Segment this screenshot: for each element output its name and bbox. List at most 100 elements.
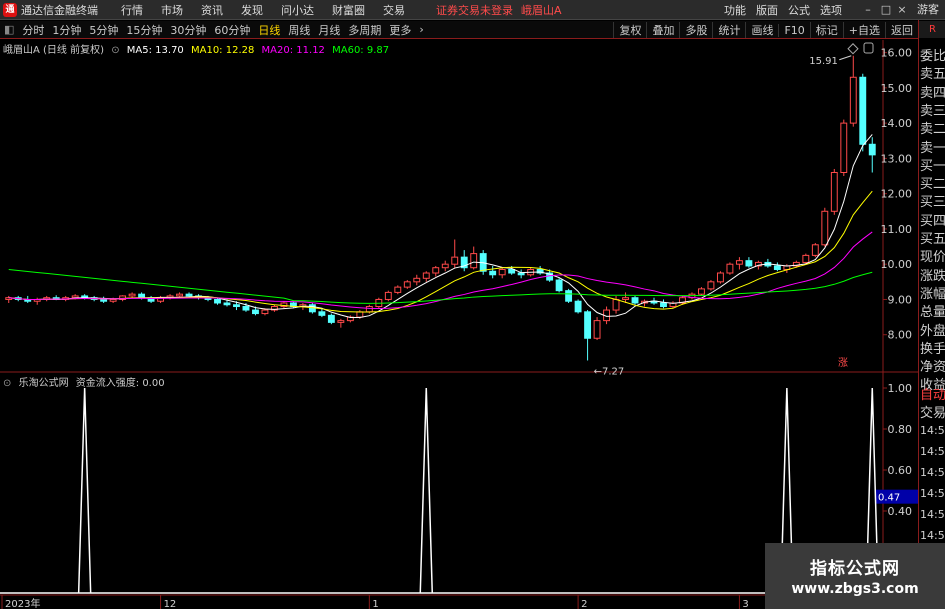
ma10-label: MA10: 12.28 (190, 45, 255, 56)
quote-label-12[interactable]: 涨跌 (920, 265, 945, 284)
period-tab-10[interactable]: 更多 (385, 22, 415, 38)
candle-body (384, 291, 392, 300)
candle-body (555, 279, 563, 292)
cursor-value: 0.47 (878, 493, 900, 504)
quote-label-9[interactable]: 买四 (920, 210, 945, 229)
sub-legend-icon[interactable]: ⊙ (3, 378, 11, 389)
auto-trade-label[interactable]: 自动 (920, 384, 945, 403)
menu-item-1[interactable]: 市场 (152, 2, 192, 18)
close-icon[interactable]: × (895, 0, 909, 20)
candle-body (508, 268, 516, 274)
tick-time-5: 14:56 (920, 529, 945, 542)
quote-label-5[interactable]: 卖一 (920, 137, 945, 156)
candle-body (176, 293, 183, 297)
user-label[interactable]: 游客 (917, 0, 939, 20)
period-tab-4[interactable]: 30分钟 (166, 22, 210, 38)
period-tab-1[interactable]: 1分钟 (48, 22, 85, 38)
maximize-icon[interactable]: □ (879, 0, 893, 20)
period-tab-9[interactable]: 多周期 (344, 22, 385, 38)
quote-label-4[interactable]: 卖二 (920, 118, 945, 137)
right-menu-item-2[interactable]: 公式 (783, 2, 815, 18)
quote-label-6[interactable]: 买一 (920, 155, 945, 174)
candle-body (773, 265, 781, 270)
quote-label-1[interactable]: 卖五 (920, 63, 945, 82)
toolbar-button-7[interactable]: +自选 (842, 22, 885, 38)
right-menu-item-0[interactable]: 功能 (719, 2, 751, 18)
tick-time-3: 14:56 (920, 487, 945, 500)
candle-body (574, 300, 582, 313)
period-tab-2[interactable]: 5分钟 (85, 22, 122, 38)
sub-axis-label: 0.40 (888, 505, 913, 518)
quote-label-8[interactable]: 买三 (920, 191, 945, 210)
toolbar-button-5[interactable]: F10 (778, 23, 809, 37)
candle-body (337, 320, 345, 323)
trade-label[interactable]: 交易 (920, 402, 945, 421)
period-tab-5[interactable]: 60分钟 (210, 22, 254, 38)
quote-label-10[interactable]: 买五 (920, 228, 945, 247)
sub-chart-title: 乐淘公式网 (18, 378, 69, 389)
menu-item-0[interactable]: 行情 (112, 2, 152, 18)
candle-body (840, 122, 848, 173)
period-tab-3[interactable]: 15分钟 (122, 22, 166, 38)
panel-badge[interactable]: R (919, 21, 945, 38)
menu-item-4[interactable]: 问小达 (272, 2, 323, 18)
app-logo-icon: 通 (3, 2, 17, 17)
toolbar-button-3[interactable]: 统计 (712, 22, 745, 38)
period-tab-0[interactable]: 分时 (18, 22, 48, 38)
period-tab-7[interactable]: 周线 (284, 22, 314, 38)
candle-body (403, 281, 411, 288)
right-menu-item-3[interactable]: 选项 (815, 2, 847, 18)
price-label: 13.00 (881, 152, 913, 165)
app-title: 通达信金融终端 (21, 3, 98, 17)
quote-label-15[interactable]: 外盘 (920, 320, 945, 339)
quote-label-2[interactable]: 卖四 (920, 82, 945, 101)
period-tab-6[interactable]: 日线 (254, 22, 284, 38)
menu-item-5[interactable]: 财富圈 (323, 2, 374, 18)
toolbar-button-6[interactable]: 标记 (809, 22, 843, 38)
toolbar-button-1[interactable]: 叠加 (646, 22, 679, 38)
candle-body (441, 263, 449, 269)
quote-label-3[interactable]: 卖三 (920, 100, 945, 119)
trade-login-notice[interactable]: 证券交易未登录 (436, 2, 513, 18)
candle-body (868, 143, 876, 156)
candle-body (109, 298, 117, 302)
toolbar-toggle-icon[interactable]: ◧ (0, 23, 18, 36)
title-bar: 通 通达信金融终端 行情 市场 资讯 发现 问小达 财富圈 交易 证券交易未登录 峨眉山A … (0, 0, 945, 20)
menu-item-3[interactable]: 发现 (232, 2, 272, 18)
candle-body (100, 298, 108, 302)
kline-chart[interactable]: 16.0015.0014.0013.0012.0011.0010.009.008… (0, 40, 918, 609)
indicator-spike (419, 387, 434, 594)
right-menu-item-1[interactable]: 版面 (751, 2, 783, 18)
more-chevron-icon[interactable]: › (415, 23, 427, 36)
candle-body (517, 272, 525, 276)
quote-label-7[interactable]: 买二 (920, 173, 945, 192)
quote-label-13[interactable]: 涨幅 (920, 283, 945, 302)
candle-body (422, 272, 430, 279)
candle-body (214, 298, 221, 304)
ma5-line (8, 134, 873, 318)
candle-body (849, 76, 857, 124)
quote-label-11[interactable]: 现价 (920, 246, 945, 265)
menu-item-2[interactable]: 资讯 (192, 2, 232, 18)
candle-body (470, 253, 478, 269)
toolbar-button-8[interactable]: 返回 (885, 22, 918, 38)
quote-label-14[interactable]: 总量 (920, 301, 945, 320)
candle-body (432, 267, 440, 274)
quote-label-17[interactable]: 净资 (920, 356, 945, 375)
quote-label-0[interactable]: 委比 (920, 45, 945, 64)
price-label: 15.00 (881, 82, 913, 95)
menu-item-6[interactable]: 交易 (374, 2, 414, 18)
limit-up-marker: 涨 (838, 357, 848, 369)
quote-label-16[interactable]: 换手 (920, 338, 945, 357)
toolbar-button-0[interactable]: 复权 (613, 22, 646, 38)
period-tab-8[interactable]: 月线 (314, 22, 344, 38)
toolbar-button-4[interactable]: 画线 (745, 22, 778, 38)
tick-time-4: 14:56 (920, 508, 945, 521)
tick-time-0: 14:56 (920, 424, 945, 437)
minimize-icon[interactable]: – (861, 0, 875, 20)
panel-toggle-icon (863, 42, 874, 54)
date-label: 1 (372, 599, 378, 609)
quote-panel: R 委比 卖五 卖四 卖三 卖二 卖一 买一 买二 买三 买四 买五 现价 涨跌 涨幅 总量 外盘 换手 净资 收益… (918, 20, 945, 609)
legend-dropdown-icon[interactable]: ⊙ (111, 45, 119, 56)
toolbar-button-2[interactable]: 多股 (679, 22, 712, 38)
